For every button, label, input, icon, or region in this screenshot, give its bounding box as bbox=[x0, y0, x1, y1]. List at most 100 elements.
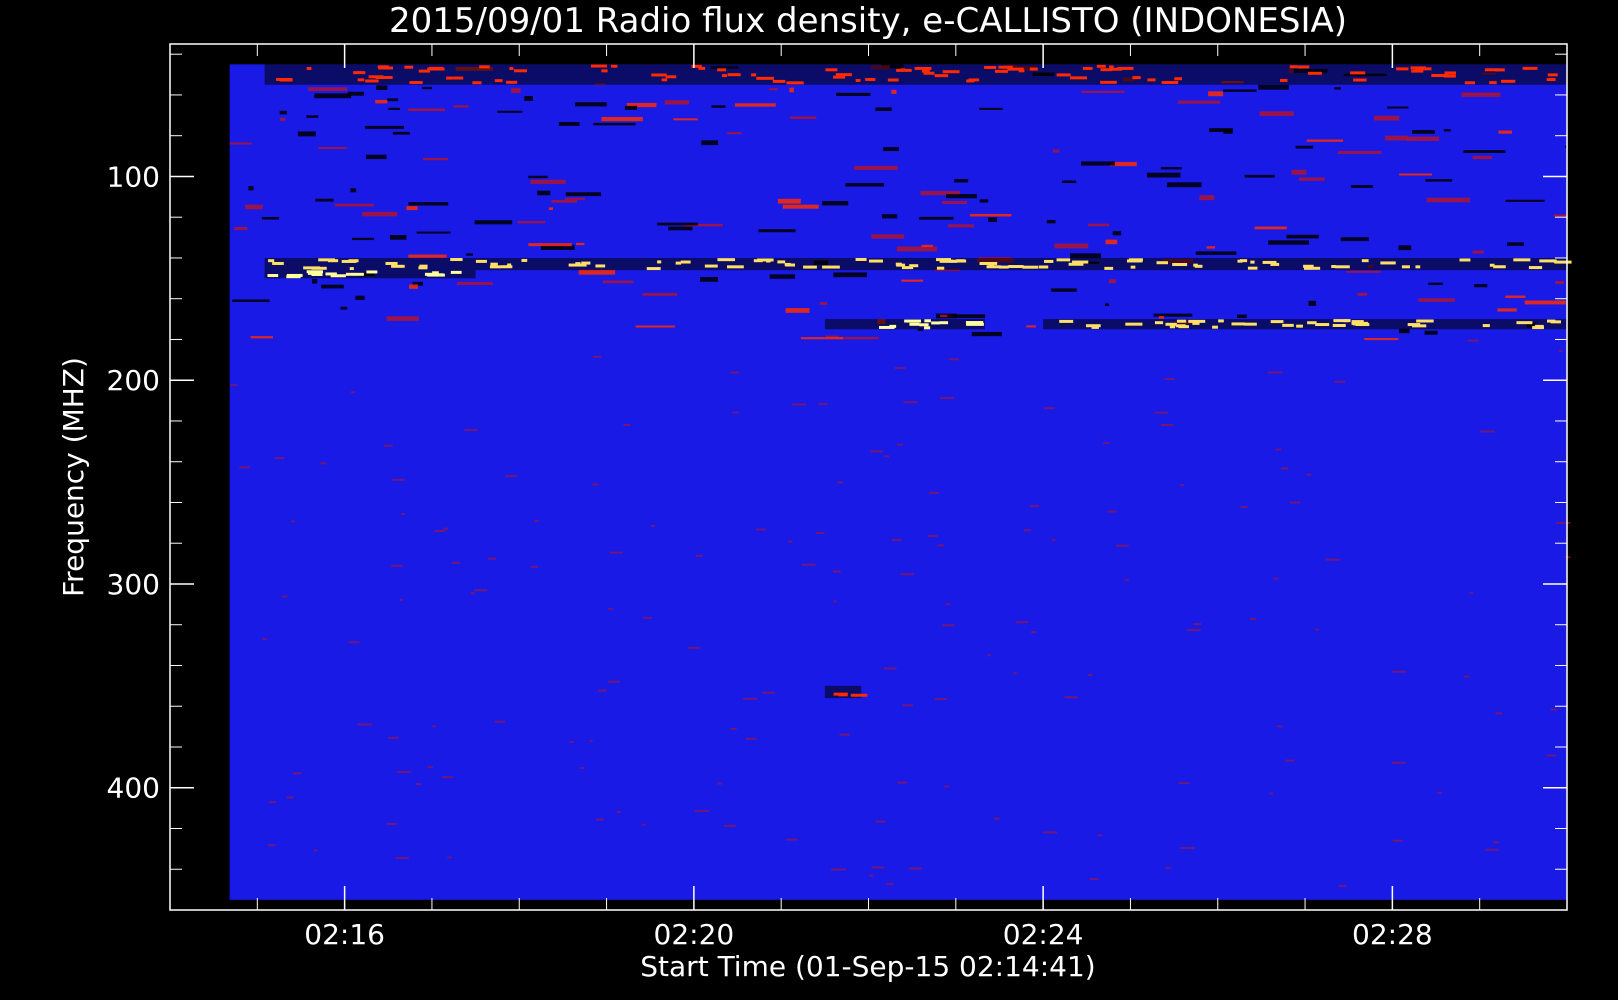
heatmap-cell bbox=[948, 358, 960, 361]
heatmap-cell bbox=[1497, 308, 1517, 312]
heatmap-background bbox=[229, 64, 1567, 900]
burst-mark bbox=[1243, 322, 1257, 326]
heatmap-cell bbox=[408, 108, 445, 112]
heatmap-cell bbox=[891, 89, 897, 94]
heatmap-cell bbox=[1254, 226, 1287, 230]
heatmap-cell bbox=[362, 211, 398, 217]
heatmap-cell bbox=[250, 336, 273, 339]
heatmap-cell bbox=[732, 411, 739, 414]
heatmap-cell bbox=[1107, 510, 1117, 513]
heatmap-cell bbox=[785, 308, 810, 313]
heatmap-cell bbox=[376, 85, 388, 90]
burst-mark bbox=[1022, 265, 1039, 269]
heatmap-cell bbox=[1498, 130, 1513, 134]
heatmap-cell bbox=[1469, 591, 1474, 594]
burst-mark bbox=[385, 261, 398, 265]
heatmap-cell bbox=[616, 810, 622, 813]
burst-mark bbox=[838, 693, 848, 697]
heatmap-cell bbox=[1016, 621, 1029, 624]
burst-mark bbox=[1188, 319, 1206, 323]
heatmap-cell bbox=[787, 540, 793, 543]
heatmap-cell bbox=[607, 680, 620, 683]
heatmap-cell bbox=[1461, 92, 1501, 97]
burst-mark bbox=[521, 258, 528, 262]
heatmap-cell bbox=[350, 188, 357, 193]
burst-mark bbox=[1431, 73, 1448, 77]
burst-mark bbox=[786, 81, 804, 85]
heatmap-cell bbox=[1472, 155, 1492, 160]
heatmap-cell bbox=[1081, 161, 1115, 166]
y-tick-label: 400 bbox=[107, 772, 160, 805]
heatmap-cell bbox=[383, 444, 393, 447]
heatmap-cell bbox=[357, 723, 373, 726]
heatmap-cell bbox=[1443, 129, 1451, 132]
burst-mark bbox=[1315, 323, 1330, 327]
heatmap-cell bbox=[908, 867, 922, 870]
burst-mark bbox=[1270, 320, 1284, 324]
heatmap-cell bbox=[1268, 240, 1309, 245]
heatmap-cell bbox=[1507, 242, 1525, 246]
heatmap-cell bbox=[891, 539, 902, 542]
burst-mark bbox=[348, 259, 359, 263]
heatmap-cell bbox=[1357, 292, 1368, 296]
heatmap-cell bbox=[388, 107, 400, 111]
heatmap-cell bbox=[1160, 167, 1182, 170]
heatmap-cell bbox=[875, 820, 886, 823]
heatmap-cell bbox=[291, 520, 295, 523]
heatmap-cell bbox=[650, 524, 655, 527]
burst-mark bbox=[855, 79, 861, 83]
burst-mark bbox=[1008, 265, 1024, 269]
burst-mark bbox=[934, 74, 949, 78]
heatmap-cell bbox=[1222, 89, 1257, 92]
burst-mark bbox=[1174, 77, 1183, 81]
heatmap-cell bbox=[314, 93, 352, 99]
heatmap-cell bbox=[494, 720, 506, 723]
burst-mark bbox=[345, 272, 364, 276]
burst-mark bbox=[1104, 266, 1114, 270]
heatmap-cell bbox=[819, 302, 828, 305]
heatmap-cell bbox=[903, 401, 918, 404]
burst-mark bbox=[446, 76, 454, 80]
heatmap-cell bbox=[408, 202, 449, 206]
heatmap-cell bbox=[833, 600, 837, 603]
burst-mark bbox=[1534, 324, 1544, 328]
heatmap-cell bbox=[919, 216, 954, 220]
burst-mark bbox=[1412, 324, 1427, 328]
burst-mark bbox=[680, 260, 691, 264]
burst-mark bbox=[665, 75, 677, 79]
burst-mark bbox=[651, 73, 667, 77]
heatmap-cell bbox=[524, 95, 534, 101]
heatmap-cell bbox=[947, 314, 986, 319]
heatmap-cell bbox=[1392, 670, 1406, 673]
burst-mark bbox=[1059, 319, 1074, 323]
heatmap-cell bbox=[434, 529, 446, 532]
burst-mark bbox=[1516, 321, 1533, 325]
burst-mark bbox=[450, 258, 463, 262]
heatmap-cell bbox=[1281, 467, 1289, 470]
heatmap-cell bbox=[530, 565, 538, 568]
heatmap-cell bbox=[969, 213, 1012, 217]
heatmap-cell bbox=[1556, 521, 1571, 524]
heatmap-cell bbox=[1464, 675, 1470, 678]
burst-mark bbox=[1482, 324, 1490, 328]
burst-mark bbox=[303, 266, 321, 270]
burst-mark bbox=[1415, 265, 1421, 269]
heatmap-cell bbox=[1398, 328, 1410, 334]
heatmap-cell bbox=[558, 121, 580, 126]
heatmap-cell bbox=[839, 336, 879, 340]
heatmap-cell bbox=[979, 107, 1003, 110]
burst-mark bbox=[318, 258, 335, 262]
burst-mark bbox=[479, 65, 490, 69]
heatmap-cell bbox=[1385, 135, 1409, 141]
heatmap-cell bbox=[837, 481, 844, 484]
heatmap-cell bbox=[673, 118, 698, 121]
burst-mark bbox=[833, 75, 846, 79]
heatmap-cell bbox=[313, 849, 318, 852]
burst-mark bbox=[1007, 67, 1024, 71]
heatmap-cell bbox=[348, 641, 360, 644]
heatmap-cell bbox=[979, 199, 989, 203]
heatmap-cell bbox=[734, 103, 776, 107]
heatmap-cell bbox=[386, 822, 397, 825]
heatmap-cell bbox=[1081, 90, 1125, 93]
heatmap-cell bbox=[1546, 754, 1556, 757]
